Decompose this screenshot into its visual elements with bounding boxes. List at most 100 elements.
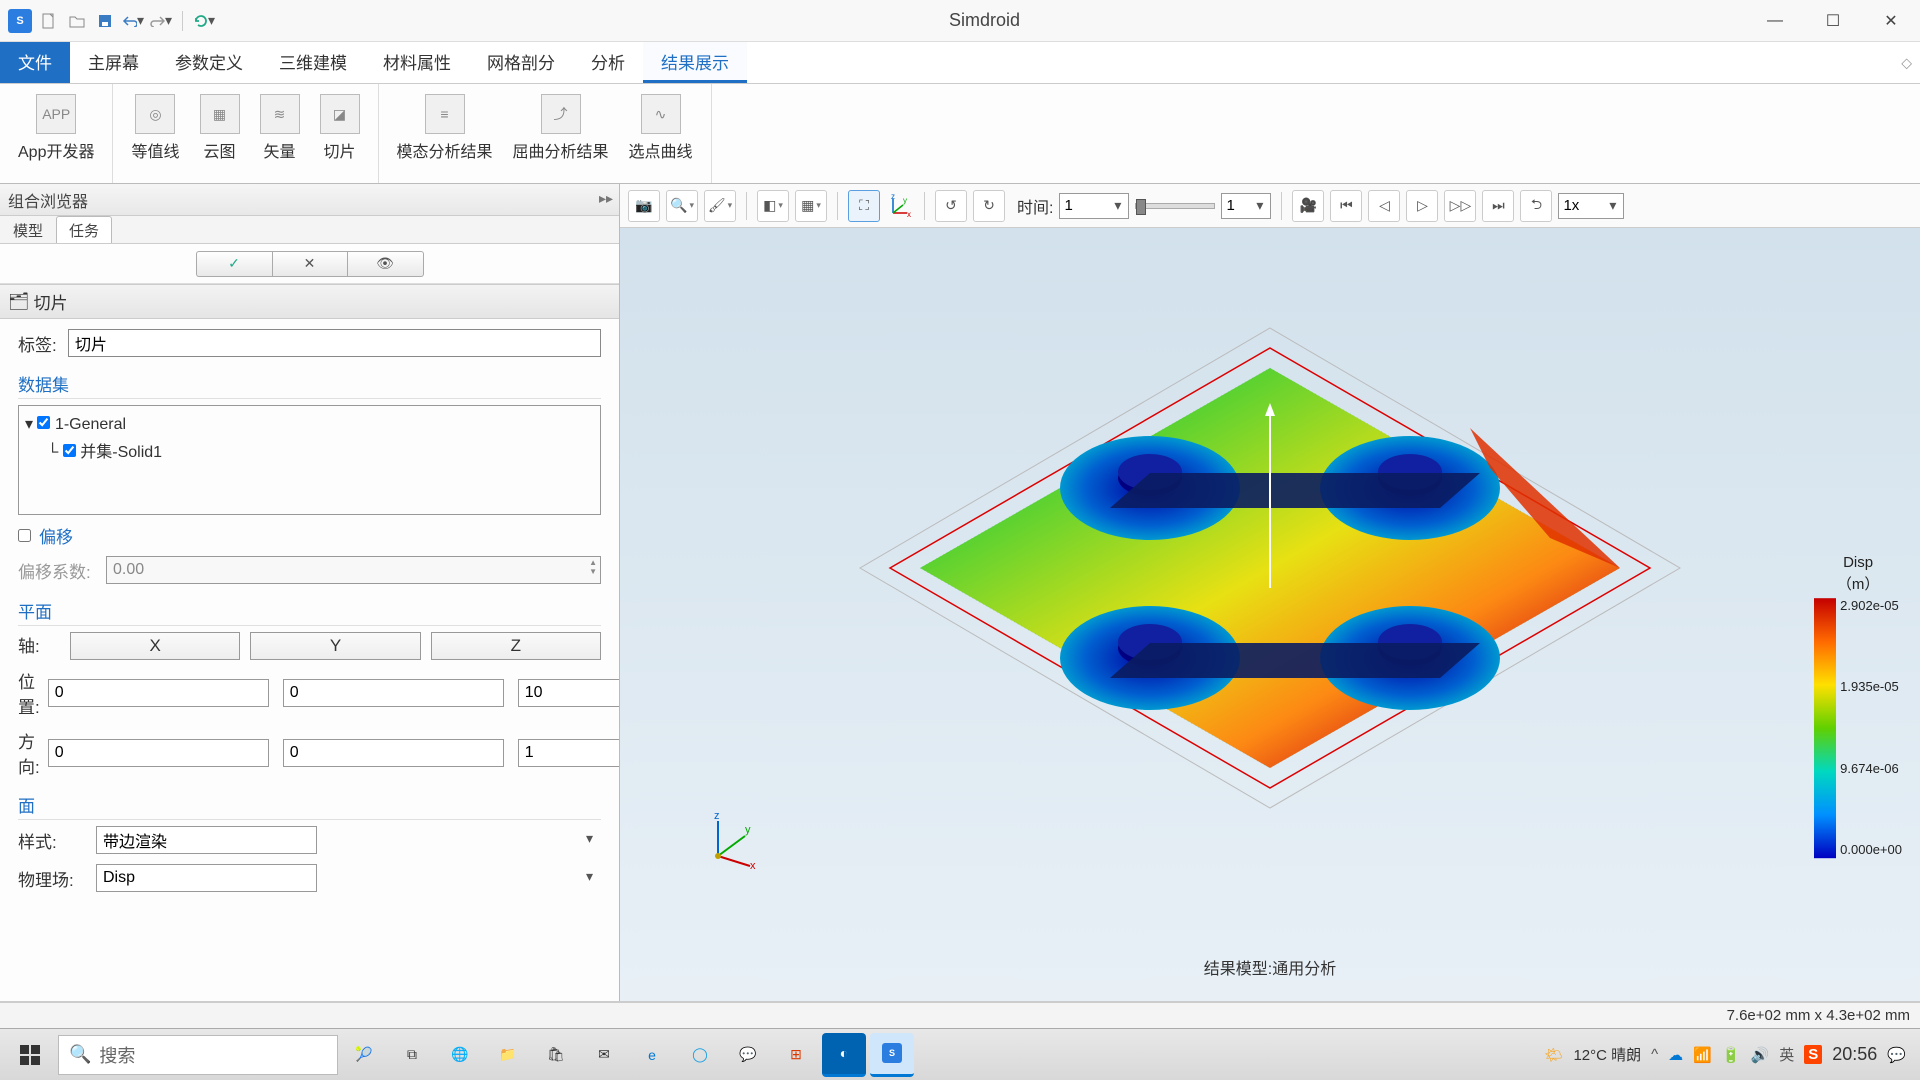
volume-icon[interactable]: 🔊: [1751, 1046, 1770, 1064]
office-icon[interactable]: ⊞: [774, 1033, 818, 1077]
sidebar-collapse-icon[interactable]: ▸▸: [599, 190, 613, 207]
frame-input[interactable]: [1221, 193, 1271, 219]
ribbon-app-button[interactable]: APPApp开发器: [8, 90, 104, 181]
direction-x-input[interactable]: [48, 739, 269, 767]
first-frame-icon[interactable]: ⏮: [1330, 190, 1362, 222]
ribbon-buckling-button[interactable]: ⤴屈曲分析结果: [503, 90, 619, 181]
sidebar-tab-0[interactable]: 模型: [0, 216, 56, 243]
browser-icon[interactable]: ◯: [678, 1033, 722, 1077]
direction-y-input[interactable]: [283, 739, 504, 767]
mail-icon[interactable]: ✉: [582, 1033, 626, 1077]
position-z-input[interactable]: [518, 679, 619, 707]
ribbon-cloud-button[interactable]: ▦云图: [190, 90, 250, 181]
position-x-input[interactable]: [48, 679, 269, 707]
edge-legacy-icon[interactable]: e: [630, 1033, 674, 1077]
menu-2[interactable]: 三维建模: [261, 42, 365, 83]
last-frame-icon[interactable]: ⏭: [1482, 190, 1514, 222]
speed-select[interactable]: [1558, 193, 1624, 219]
style-select[interactable]: [96, 826, 317, 854]
tree-child[interactable]: └ 并集-Solid1: [47, 436, 594, 464]
play-icon[interactable]: ▷: [1406, 190, 1438, 222]
ime-icon[interactable]: 英: [1779, 1044, 1794, 1065]
new-file-icon[interactable]: [38, 10, 60, 32]
label-input[interactable]: [68, 329, 601, 357]
ribbon-curve-button[interactable]: ∿选点曲线: [619, 90, 703, 181]
rotate-ccw-icon[interactable]: ↺: [935, 190, 967, 222]
weather-icon[interactable]: 🌤: [1544, 1046, 1563, 1064]
spinner-down-icon[interactable]: ▼: [589, 567, 597, 576]
simdroid-task-icon[interactable]: S: [870, 1033, 914, 1077]
axis-triad-icon[interactable]: zxy: [887, 193, 913, 219]
store-icon[interactable]: 🛍: [534, 1033, 578, 1077]
tree-child-checkbox[interactable]: [63, 444, 76, 457]
sidebar: 组合浏览器 ▸▸ 模型任务 ✓ ✕ 👁 🗂 切片 标签: 数据集 ▾ 1-Gen…: [0, 184, 620, 1001]
minimize-button[interactable]: —: [1746, 0, 1804, 42]
notifications-icon[interactable]: 💬: [1887, 1046, 1906, 1064]
ribbon-contour-button[interactable]: ◎等值线: [121, 90, 189, 181]
menu-5[interactable]: 分析: [573, 42, 643, 83]
app1-icon[interactable]: ◐: [822, 1033, 866, 1077]
next-frame-icon[interactable]: ▷▷: [1444, 190, 1476, 222]
confirm-button[interactable]: ✓: [196, 251, 272, 277]
camera-icon[interactable]: 📷: [628, 190, 660, 222]
edge-icon[interactable]: 🌐: [438, 1033, 482, 1077]
save-icon[interactable]: [94, 10, 116, 32]
zoom-icon[interactable]: 🔍: [666, 190, 698, 222]
ribbon-collapse-icon[interactable]: ◇: [1901, 54, 1912, 71]
tree-root-checkbox[interactable]: [37, 416, 50, 429]
menu-0[interactable]: 主屏幕: [70, 42, 157, 83]
onedrive-icon[interactable]: ☁: [1668, 1046, 1683, 1064]
search-box[interactable]: 🔍 搜索: [58, 1035, 338, 1075]
record-icon[interactable]: 🎥: [1292, 190, 1324, 222]
cancel-button[interactable]: ✕: [272, 251, 348, 277]
dataset-tree[interactable]: ▾ 1-General └ 并集-Solid1: [18, 405, 601, 515]
open-file-icon[interactable]: [66, 10, 88, 32]
rotate-cw-icon[interactable]: ↻: [973, 190, 1005, 222]
spinner-up-icon[interactable]: ▲: [589, 558, 597, 567]
time-slider[interactable]: [1135, 203, 1215, 209]
weather-text[interactable]: 12°C 晴朗: [1573, 1044, 1641, 1065]
redo-icon[interactable]: ▾: [150, 10, 172, 32]
menu-1[interactable]: 参数定义: [157, 42, 261, 83]
wifi-icon[interactable]: 📶: [1693, 1046, 1712, 1064]
explorer-icon[interactable]: 📁: [486, 1033, 530, 1077]
menu-6[interactable]: 结果展示: [643, 42, 747, 83]
direction-z-input[interactable]: [518, 739, 619, 767]
clock[interactable]: 20:56: [1832, 1044, 1877, 1065]
loop-icon[interactable]: ⮌: [1520, 190, 1552, 222]
menu-file[interactable]: 文件: [0, 42, 70, 83]
wechat-icon[interactable]: 💬: [726, 1033, 770, 1077]
ribbon-vector-button[interactable]: ≋矢量: [250, 90, 310, 181]
prev-frame-icon[interactable]: ◁: [1368, 190, 1400, 222]
menu-4[interactable]: 网格剖分: [469, 42, 573, 83]
ribbon-modal-button[interactable]: ≡模态分析结果: [387, 90, 503, 181]
cortana-icon[interactable]: 🎾: [342, 1033, 386, 1077]
color-cube-icon[interactable]: ▦: [795, 190, 827, 222]
time-input[interactable]: [1059, 193, 1129, 219]
viewport[interactable]: zxy Disp （m） 2.902e-051.935e-059.674e-06…: [620, 228, 1920, 1001]
preview-button[interactable]: 👁: [348, 251, 424, 277]
fit-icon[interactable]: ⛶: [848, 190, 880, 222]
menu-3[interactable]: 材料属性: [365, 42, 469, 83]
battery-icon[interactable]: 🔋: [1722, 1046, 1741, 1064]
start-button[interactable]: [6, 1033, 54, 1077]
brush-icon[interactable]: 🖌: [704, 190, 736, 222]
undo-icon[interactable]: ▾: [122, 10, 144, 32]
close-button[interactable]: ✕: [1862, 0, 1920, 42]
axis-x-button[interactable]: X: [70, 632, 240, 660]
tray-expand-icon[interactable]: ^: [1651, 1046, 1658, 1063]
axis-z-button[interactable]: Z: [431, 632, 601, 660]
task-view-icon[interactable]: ⧉: [390, 1033, 434, 1077]
position-y-input[interactable]: [283, 679, 504, 707]
offset-checkbox[interactable]: [18, 529, 31, 542]
ribbon-slice-button[interactable]: ◪切片: [310, 90, 370, 181]
field-select[interactable]: [96, 864, 317, 892]
refresh-icon[interactable]: ▾: [193, 10, 215, 32]
maximize-button[interactable]: ☐: [1804, 0, 1862, 42]
offset-coef-input[interactable]: [106, 556, 601, 584]
axis-y-button[interactable]: Y: [250, 632, 420, 660]
sogou-icon[interactable]: S: [1804, 1045, 1822, 1064]
sidebar-tab-1[interactable]: 任务: [56, 216, 112, 243]
view-cube-icon[interactable]: ◧: [757, 190, 789, 222]
tree-root[interactable]: ▾ 1-General: [25, 412, 594, 436]
